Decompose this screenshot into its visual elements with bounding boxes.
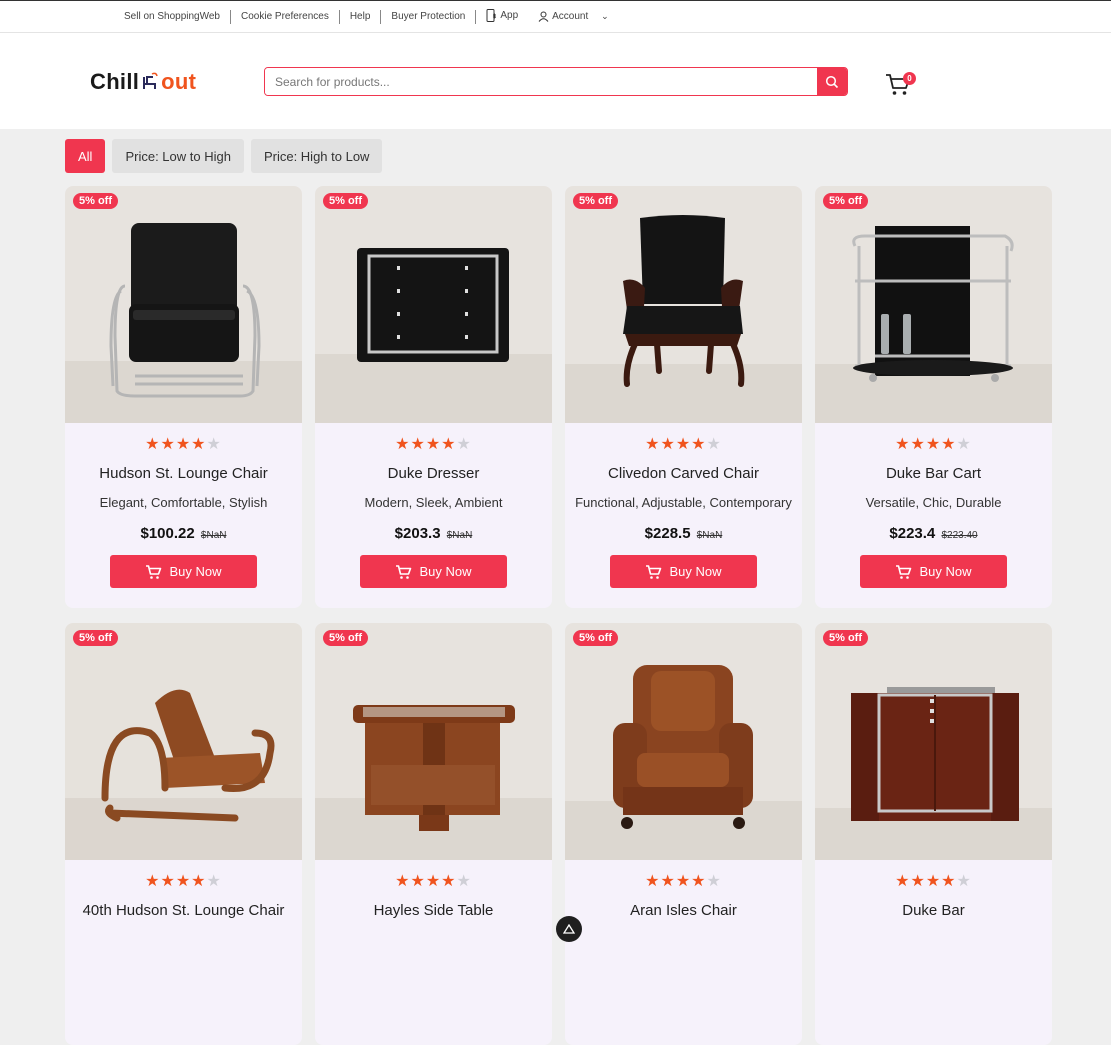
product-image: 5% off (815, 623, 1052, 860)
floating-action-button[interactable] (556, 916, 582, 942)
buyer-protection-link[interactable]: Buyer Protection (381, 9, 477, 24)
cart-count-badge: 0 (903, 72, 916, 85)
current-price: $203.3 (394, 525, 441, 542)
chair-logo-icon (143, 72, 158, 89)
product-name[interactable]: Duke Bar (815, 902, 1052, 919)
logo[interactable]: Chill out (90, 69, 196, 95)
filter-all[interactable]: All (65, 139, 106, 173)
product-card[interactable]: 5% off ★★★★★ Clivedon Carved Chair Funct… (565, 186, 802, 608)
buy-now-label: Buy Now (919, 564, 972, 579)
logo-text-chill: Chill (90, 69, 140, 94)
buy-now-label: Buy Now (669, 564, 722, 579)
chevron-down-icon[interactable]: ⌄ (601, 11, 609, 21)
product-image: 5% off (815, 186, 1052, 423)
product-grid: 5% off ★★★★★ Hudson St. Lounge Chair Ele… (65, 186, 1052, 1045)
product-name[interactable]: Clivedon Carved Chair (565, 465, 802, 482)
star-rating: ★★★★★ (645, 436, 722, 453)
buy-now-button[interactable]: Buy Now (610, 555, 757, 588)
product-image: 5% off (565, 623, 802, 860)
product-image: 5% off (565, 186, 802, 423)
top-utility-bar: Sell on ShoppingWeb Cookie Preferences H… (0, 0, 1111, 33)
account-link[interactable]: Account ⌄ (528, 9, 618, 24)
original-price: $223.40 (941, 530, 978, 541)
user-icon (538, 11, 549, 22)
product-name[interactable]: Hudson St. Lounge Chair (65, 465, 302, 482)
product-image: 5% off (315, 186, 552, 423)
discount-badge: 5% off (73, 193, 118, 209)
original-price: $NaN (446, 530, 473, 541)
discount-badge: 5% off (573, 193, 618, 209)
star-rating: ★★★★★ (895, 873, 972, 890)
phone-download-icon (486, 9, 497, 23)
cart-icon (646, 564, 662, 579)
product-card[interactable]: 5% off ★★★★★ Duke Bar Cart Versatile, Ch… (815, 186, 1052, 608)
buy-now-label: Buy Now (419, 564, 472, 579)
help-link[interactable]: Help (340, 9, 382, 24)
product-card[interactable]: 5% off ★★★★★ Aran Isles Chair (565, 623, 802, 1045)
product-card[interactable]: 5% off ★★★★★ 40th Hudson St. Lounge Chai… (65, 623, 302, 1045)
site-header: Chill out 0 (0, 33, 1111, 129)
filter-price-high-low[interactable]: Price: High to Low (250, 139, 383, 173)
star-rating: ★★★★★ (395, 436, 472, 453)
star-rating: ★★★★★ (395, 873, 472, 890)
product-price: $203.3 $NaN (315, 525, 552, 542)
search-input[interactable] (265, 68, 817, 95)
sort-filters: All Price: Low to High Price: High to Lo… (65, 139, 383, 173)
product-name[interactable]: Duke Dresser (315, 465, 552, 482)
discount-badge: 5% off (323, 193, 368, 209)
star-rating: ★★★★★ (895, 436, 972, 453)
product-price: $223.4 $223.40 (815, 525, 1052, 542)
discount-badge: 5% off (323, 630, 368, 646)
buy-now-button[interactable]: Buy Now (860, 555, 1007, 588)
app-label: App (500, 10, 519, 22)
product-card[interactable]: 5% off ★★★★★ Duke Dresser Modern, Sleek,… (315, 186, 552, 608)
logo-text-out: out (161, 69, 197, 94)
product-card[interactable]: 5% off ★★★★★ Hayles Side Table (315, 623, 552, 1045)
buy-now-button[interactable]: Buy Now (360, 555, 507, 588)
cart-icon (396, 564, 412, 579)
current-price: $223.4 (889, 525, 936, 542)
buy-now-button[interactable]: Buy Now (110, 555, 257, 588)
original-price: $NaN (696, 530, 723, 541)
product-name[interactable]: Aran Isles Chair (565, 902, 802, 919)
search-button[interactable] (817, 68, 847, 95)
original-price: $NaN (200, 530, 227, 541)
product-card[interactable]: 5% off ★★★★★ Duke Bar (815, 623, 1052, 1045)
star-rating: ★★★★★ (145, 436, 222, 453)
product-tags: Elegant, Comfortable, Stylish (99, 495, 268, 510)
search-icon (825, 75, 839, 88)
product-tags: Functional, Adjustable, Contemporary (575, 495, 792, 510)
triangle-logo-icon (563, 924, 575, 934)
product-image: 5% off (315, 623, 552, 860)
product-card[interactable]: 5% off ★★★★★ Hudson St. Lounge Chair Ele… (65, 186, 302, 608)
discount-badge: 5% off (823, 630, 868, 646)
cookie-preferences-link[interactable]: Cookie Preferences (231, 9, 340, 24)
cart-icon (896, 564, 912, 579)
product-tags: Versatile, Chic, Durable (865, 495, 1002, 510)
product-price: $228.5 $NaN (565, 525, 802, 542)
product-price: $100.22 $NaN (65, 525, 302, 542)
discount-badge: 5% off (73, 630, 118, 646)
discount-badge: 5% off (823, 193, 868, 209)
current-price: $100.22 (140, 525, 195, 542)
star-rating: ★★★★★ (645, 873, 722, 890)
product-tags: Modern, Sleek, Ambient (364, 495, 503, 510)
app-link[interactable]: App (476, 9, 528, 23)
account-label: Account (552, 11, 589, 22)
cart-icon (146, 564, 162, 579)
discount-badge: 5% off (573, 630, 618, 646)
product-name[interactable]: 40th Hudson St. Lounge Chair (65, 902, 302, 919)
filter-price-low-high[interactable]: Price: Low to High (112, 139, 244, 173)
product-name[interactable]: Hayles Side Table (315, 902, 552, 919)
product-image: 5% off (65, 623, 302, 860)
current-price: $228.5 (644, 525, 691, 542)
sell-link[interactable]: Sell on ShoppingWeb (114, 9, 231, 24)
search-bar (264, 67, 848, 96)
star-rating: ★★★★★ (145, 873, 222, 890)
product-image: 5% off (65, 186, 302, 423)
product-name[interactable]: Duke Bar Cart (815, 465, 1052, 482)
buy-now-label: Buy Now (169, 564, 222, 579)
